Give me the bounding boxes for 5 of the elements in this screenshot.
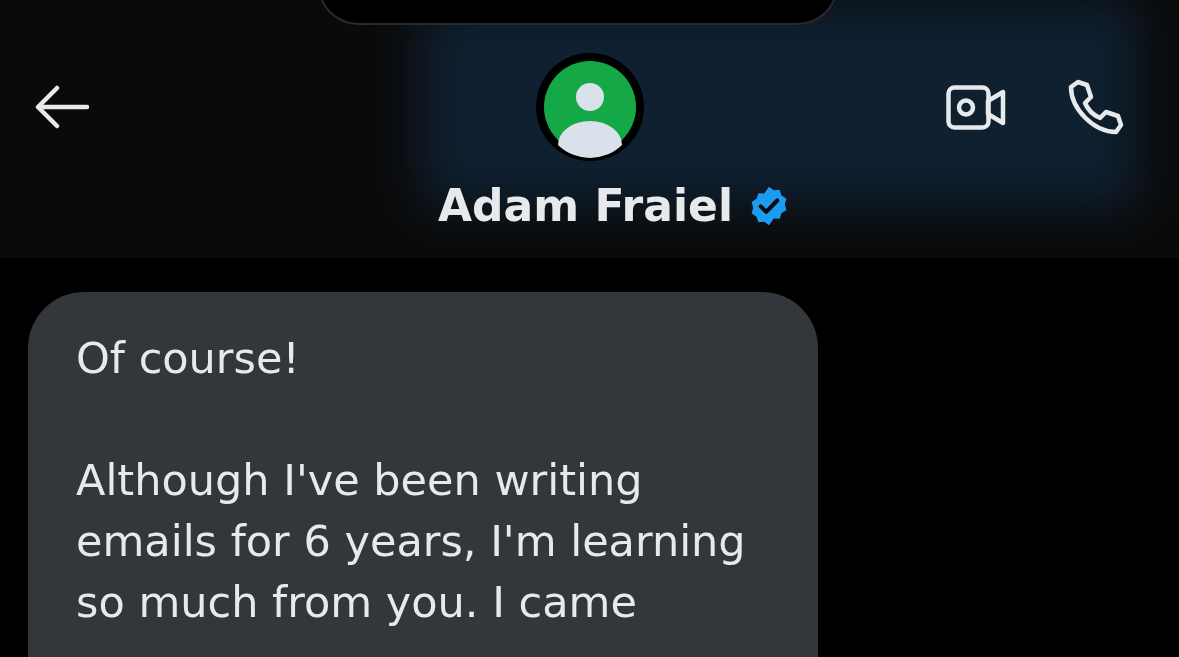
message-text: Of course! Although I've been writing emails for 6 years, I'm learning so much from you. I came — [76, 332, 747, 629]
video-call-icon[interactable] — [946, 83, 1006, 133]
contact-name: Adam Fraiel — [437, 179, 733, 233]
back-arrow-icon[interactable] — [35, 85, 89, 129]
avatar[interactable] — [535, 53, 644, 161]
